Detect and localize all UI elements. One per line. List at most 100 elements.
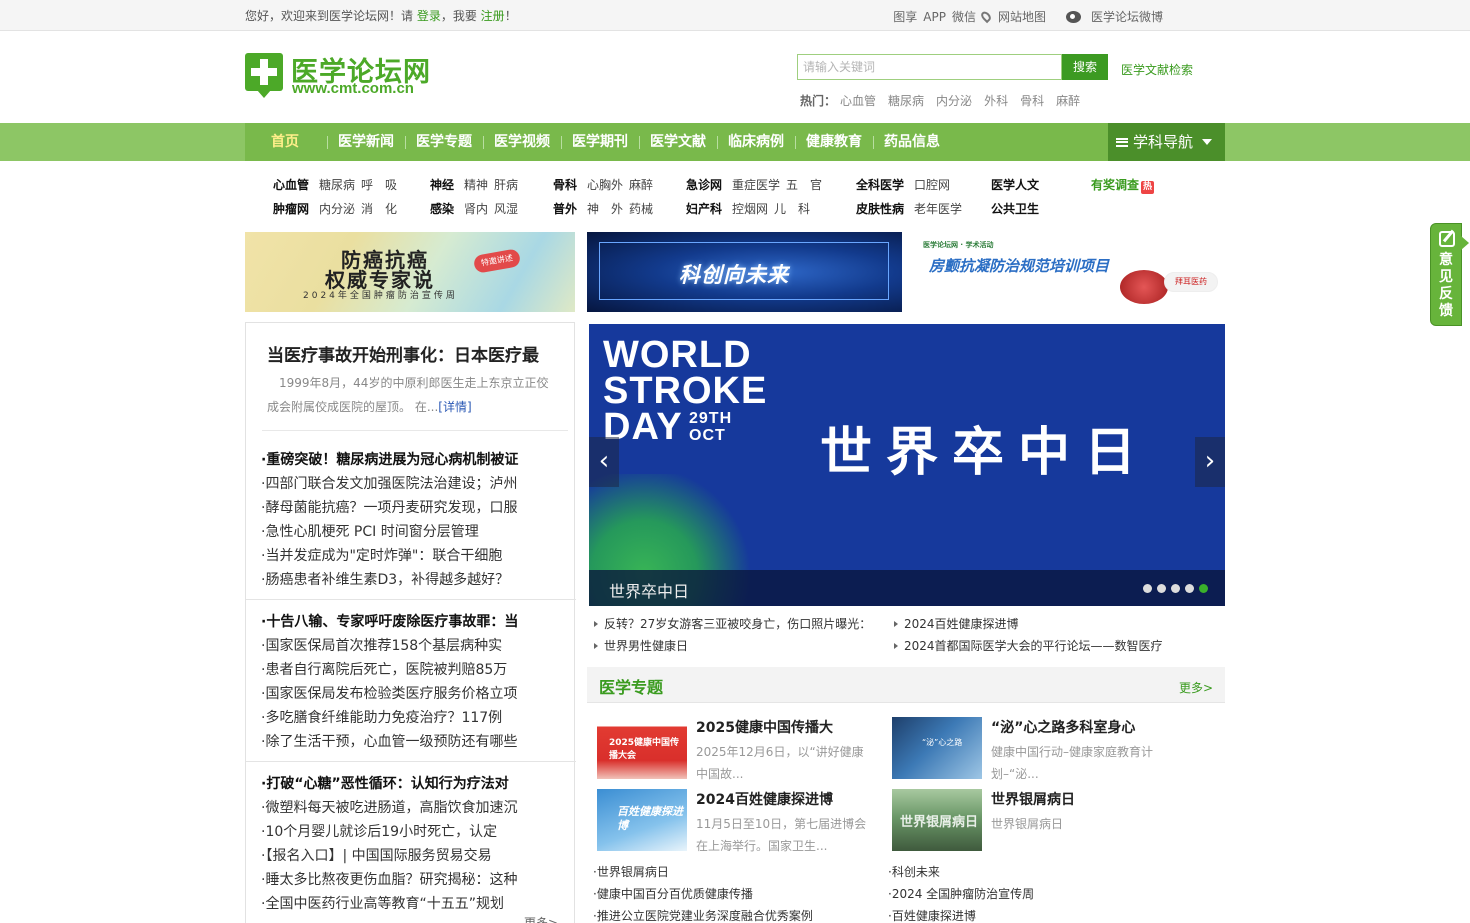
lead-detail-link[interactable]: [详情] <box>438 400 471 414</box>
site-logo[interactable]: 医学论坛网 www.cmt.com.cn <box>245 52 445 100</box>
category-link[interactable]: 儿 科 <box>774 202 810 216</box>
headline-item[interactable]: 2024百姓健康探进博 <box>894 615 1019 632</box>
banner-innovation[interactable]: 科创向未来 <box>587 232 902 312</box>
news-item[interactable]: ·患者自行离院后死亡，医院被判赔85万 <box>261 658 561 682</box>
news-item[interactable]: ·四部门联合发文加强医院法治建设；泸州 <box>261 472 561 496</box>
hot-keyword[interactable]: 糖尿病 <box>888 92 924 109</box>
category-head[interactable]: 医学人文 <box>991 178 1039 192</box>
topic-card[interactable]: 世界银屑病日 世界银屑病日 世界银屑病日 <box>892 789 1172 859</box>
literature-search-link[interactable]: 医学文献检索 <box>1121 61 1193 78</box>
category-link[interactable]: 药械 <box>629 202 653 216</box>
category-head[interactable]: 普外 <box>553 202 577 216</box>
category-link[interactable]: 精神 <box>464 178 488 192</box>
category-head[interactable]: 感染 <box>430 202 454 216</box>
category-link[interactable]: 肝病 <box>494 178 518 192</box>
topic-card[interactable]: 百姓健康探进博 2024百姓健康探进博 11月5日至10日，第七届进博会在上海举… <box>597 789 877 859</box>
category-link[interactable]: 内分泌 <box>319 202 355 216</box>
category-head[interactable]: 肿瘤网 <box>273 202 309 216</box>
category-link[interactable]: 控烟网 <box>732 202 768 216</box>
category-head[interactable]: 全科医学 <box>856 178 904 192</box>
nav-drug-info[interactable]: 药品信息 <box>873 123 951 161</box>
hero-slider[interactable]: WORLD STROKE DAY 29TH OCT 世界卒中日 ‹ › 世界卒中日 <box>589 324 1225 606</box>
topic-list-item[interactable]: ·世界银屑病日 <box>593 861 813 883</box>
wechat-link[interactable]: 微信 <box>952 8 976 25</box>
nav-clinical-cases[interactable]: 临床病例 <box>717 123 795 161</box>
topic-list-item[interactable]: ·百姓健康探进博 <box>888 905 1034 923</box>
category-link[interactable]: 五 官 <box>786 178 822 192</box>
news-item[interactable]: ·10个月婴儿就诊后19小时死亡，认定 <box>261 820 561 844</box>
nav-home[interactable]: 首页 <box>245 123 327 161</box>
category-head[interactable]: 急诊网 <box>686 178 722 192</box>
slider-dot[interactable] <box>1143 584 1152 593</box>
topic-list-item[interactable]: ·健康中国百分百优质健康传播 <box>593 883 813 905</box>
news-item[interactable]: ·酵母菌能抗癌？一项丹麦研究发现，口服 <box>261 496 561 520</box>
nav-medical-literature[interactable]: 医学文献 <box>639 123 717 161</box>
sitemap-link[interactable]: 网站地图 <box>998 8 1046 25</box>
news-more-link[interactable]: 更多> <box>524 914 558 923</box>
hot-keyword[interactable]: 心血管 <box>840 92 876 109</box>
slider-prev-button[interactable]: ‹ <box>589 437 619 487</box>
headline-item[interactable]: 反转？27岁女游客三亚被咬身亡，伤口照片曝光： <box>594 615 871 632</box>
topic-card[interactable]: 2025健康中国传播大会 2025健康中国传播大 2025年12月6日，以“讲好… <box>597 717 877 787</box>
app-link[interactable]: APP <box>923 10 946 24</box>
news-item[interactable]: ·【报名入口】| 中国国际服务贸易交易 <box>261 844 561 868</box>
category-link[interactable]: 风湿 <box>494 202 518 216</box>
slider-dot[interactable] <box>1185 584 1194 593</box>
banner-af-training[interactable]: 医学论坛网 · 学术活动 房颤抗凝防治规范培训项目 拜耳医药 <box>914 232 1225 312</box>
news-item[interactable]: ·肠癌患者补维生素D3，补得越多越好？ <box>261 568 561 592</box>
topic-card[interactable]: “泌”心之路 “泌”心之路多科室身心 健康中国行动–健康家庭教育计划–“泌... <box>892 717 1172 787</box>
news-item[interactable]: ·急性心肌梗死 PCI 时间窗分层管理 <box>261 520 561 544</box>
category-link[interactable]: 神 外 <box>587 202 623 216</box>
slider-dot[interactable] <box>1199 584 1208 593</box>
category-link[interactable]: 老年医学 <box>914 202 962 216</box>
category-head[interactable]: 心血管 <box>273 178 309 192</box>
category-link[interactable]: 呼 吸 <box>361 178 397 192</box>
topics-more-link[interactable]: 更多> <box>1179 679 1213 696</box>
news-item[interactable]: ·国家医保局发布检验类医疗服务价格立项 <box>261 682 561 706</box>
category-link[interactable]: 肾内 <box>464 202 488 216</box>
category-head[interactable]: 骨科 <box>553 178 577 192</box>
category-link[interactable]: 重症医学 <box>732 178 780 192</box>
news-item[interactable]: ·全国中医药行业高等教育“十五五”规划 <box>261 892 561 916</box>
news-item[interactable]: ·打破“心糖”恶性循环：认知行为疗法对 <box>261 772 561 796</box>
hot-keyword[interactable]: 内分泌 <box>936 92 972 109</box>
subject-nav-dropdown[interactable]: 学科导航 <box>1108 123 1225 161</box>
tuxiang-link[interactable]: 图享 <box>893 8 917 25</box>
login-link[interactable]: 登录 <box>417 9 441 23</box>
hot-keyword[interactable]: 麻醉 <box>1056 92 1080 109</box>
news-item[interactable]: ·重磅突破！糖尿病进展为冠心病机制被证 <box>261 448 561 472</box>
feedback-button[interactable]: 意见反馈 <box>1430 223 1469 326</box>
slider-dot[interactable] <box>1171 584 1180 593</box>
nav-health-education[interactable]: 健康教育 <box>795 123 873 161</box>
news-item[interactable]: ·微塑料每天被吃进肠道，高脂饮食加速沉 <box>261 796 561 820</box>
headline-item[interactable]: 世界男性健康日 <box>594 637 688 654</box>
category-link[interactable]: 麻醉 <box>629 178 653 192</box>
search-button[interactable]: 搜索 <box>1062 54 1108 80</box>
slider-dot[interactable] <box>1157 584 1166 593</box>
topic-list-item[interactable]: ·2024 全国肿瘤防治宣传周 <box>888 883 1034 905</box>
news-item[interactable]: ·睡太多比熬夜更伤血脂？研究揭秘：这种 <box>261 868 561 892</box>
category-head[interactable]: 神经 <box>430 178 454 192</box>
category-link[interactable]: 口腔网 <box>914 178 950 192</box>
topic-list-item[interactable]: ·推进公立医院党建业务深度融合优秀案例 <box>593 905 813 923</box>
search-input[interactable] <box>797 54 1062 80</box>
category-head[interactable]: 妇产科 <box>686 202 722 216</box>
topic-list-item[interactable]: ·科创未来 <box>888 861 1034 883</box>
nav-medical-video[interactable]: 医学视频 <box>483 123 561 161</box>
news-item[interactable]: ·当并发症成为"定时炸弹"：联合干细胞 <box>261 544 561 568</box>
news-item[interactable]: ·十告八输、专家呼吁废除医疗事故罪：当 <box>261 610 561 634</box>
hot-keyword[interactable]: 外科 <box>984 92 1008 109</box>
news-item[interactable]: ·多吃膳食纤维能助力免疫治疗？117例 <box>261 706 561 730</box>
category-link[interactable]: 消 化 <box>361 202 397 216</box>
nav-medical-journals[interactable]: 医学期刊 <box>561 123 639 161</box>
register-link[interactable]: 注册 <box>481 9 505 23</box>
banner-cancer-prevention[interactable]: 防癌抗癌 权威专家说 2024年全国肿瘤防治宣传周 特邀讲述 <box>245 232 575 312</box>
category-link[interactable]: 心胸外 <box>587 178 623 192</box>
headline-item[interactable]: 2024首都国际医学大会的平行论坛——数智医疗 <box>894 637 1163 654</box>
nav-medical-topics[interactable]: 医学专题 <box>405 123 483 161</box>
news-item[interactable]: ·除了生活干预，心血管一级预防还有哪些 <box>261 730 561 754</box>
category-link[interactable]: 糖尿病 <box>319 178 355 192</box>
news-item[interactable]: ·国家医保局首次推荐158个基层病种实 <box>261 634 561 658</box>
survey-link[interactable]: 有奖调查热 <box>1091 176 1155 194</box>
category-head[interactable]: 公共卫生 <box>991 202 1039 216</box>
